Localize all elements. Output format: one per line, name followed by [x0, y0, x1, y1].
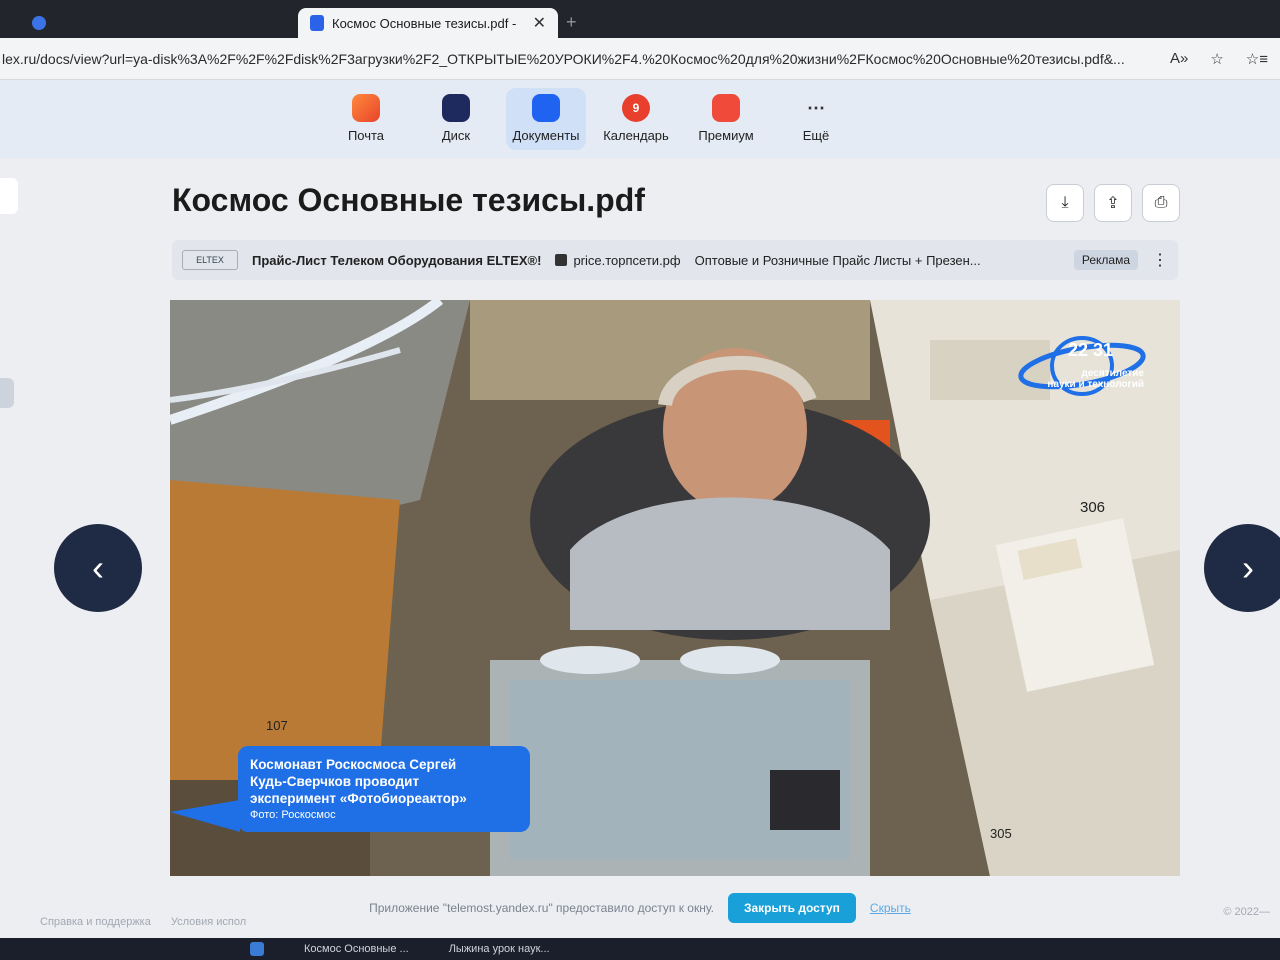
- copyright: © 2022—: [1223, 906, 1270, 918]
- logo-text: десятилетие науки и технологий: [1018, 368, 1144, 390]
- caption-line: эксперимент «Фотобиореактор»: [250, 791, 467, 806]
- service-label: Премиум: [698, 128, 754, 143]
- logo-text-line-1: десятилетие: [1081, 368, 1144, 379]
- documents-icon: [532, 94, 560, 122]
- service-calendar[interactable]: 9 Календарь: [596, 88, 676, 150]
- footer-links: Справка и поддержка Условия испол: [40, 916, 246, 928]
- share-icon: ⇪: [1106, 195, 1120, 212]
- print-button[interactable]: ⎙: [1142, 184, 1180, 222]
- print-icon: ⎙: [1154, 194, 1168, 211]
- ad-description: Оптовые и Розничные Прайс Листы + Презен…: [694, 252, 981, 268]
- sidebar-toggle[interactable]: [0, 178, 18, 214]
- yandex-services-nav: Почта Диск Документы 9 Календарь Премиум…: [0, 80, 1280, 158]
- taskbar-item[interactable]: Лыжина урок наук...: [449, 943, 550, 955]
- previous-page-button[interactable]: ‹: [54, 524, 142, 612]
- hide-share-bar-link[interactable]: Скрыть: [870, 901, 911, 915]
- share-message: Приложение "telemost.yandex.ru" предоста…: [369, 901, 714, 915]
- decade-of-science-logo: 22 31 десятилетие науки и технологий: [1016, 336, 1148, 396]
- terms-link[interactable]: Условия испол: [171, 916, 246, 928]
- ad-domain[interactable]: price.торпсети.рф: [555, 252, 681, 268]
- mail-icon: [352, 94, 380, 122]
- stop-sharing-button[interactable]: Закрыть доступ: [727, 893, 856, 923]
- calendar-icon: 9: [622, 94, 650, 122]
- ad-menu-icon[interactable]: ⋮: [1152, 250, 1168, 270]
- os-taskbar: Космос Основные ... Лыжина урок наук...: [0, 938, 1280, 960]
- panel-number-107: 107: [266, 718, 288, 733]
- service-disk[interactable]: Диск: [416, 88, 496, 150]
- new-tab-icon[interactable]: +: [566, 12, 577, 33]
- read-aloud-icon[interactable]: A»: [1170, 50, 1188, 68]
- browser-tab-strip: Космос Основные тезисы.pdf - ✕ +: [0, 0, 1280, 38]
- sidebar-handle[interactable]: [0, 378, 14, 408]
- document-actions: ⤓ ⇪ ⎙: [1046, 184, 1180, 222]
- address-bar: lex.ru/docs/view?url=ya-disk%3A%2F%2F%2F…: [0, 38, 1280, 80]
- more-icon: ⋯: [807, 97, 825, 118]
- ad-logo: ELTEX: [182, 250, 238, 270]
- domain-icon: [555, 254, 568, 266]
- disk-icon: [442, 94, 470, 122]
- close-tab-icon[interactable]: ✕: [533, 13, 546, 33]
- tab-label: Космос Основные тезисы.pdf -: [332, 15, 517, 31]
- help-link[interactable]: Справка и поддержка: [40, 916, 151, 928]
- share-button[interactable]: ⇪: [1094, 184, 1132, 222]
- download-icon: ⤓: [1061, 194, 1069, 211]
- ad-domain-text: price.торпсети.рф: [573, 252, 681, 268]
- chevron-left-icon: ‹: [92, 547, 104, 588]
- caption-tail: [170, 800, 240, 832]
- document-favicon-icon: [310, 15, 324, 31]
- favorites-list-icon[interactable]: ☆≡: [1246, 50, 1268, 68]
- panel-number-306: 306: [1080, 499, 1105, 516]
- taskbar-app-icon[interactable]: [250, 942, 264, 956]
- service-label: Документы: [512, 128, 580, 143]
- logo-years: 22 31: [1068, 340, 1114, 360]
- premium-icon: [712, 94, 740, 122]
- caption-line: Космонавт Роскосмоса Сергей: [250, 757, 457, 772]
- screen-share-bar: Приложение "telemost.yandex.ru" предоста…: [0, 878, 1280, 938]
- favorite-star-icon[interactable]: ☆: [1210, 50, 1223, 68]
- service-mail[interactable]: Почта: [326, 88, 406, 150]
- logo-text-line-2: науки и технологий: [1047, 379, 1144, 390]
- document-viewer: Космос Основные тезисы.pdf ⤓ ⇪ ⎙ ELTEX П…: [0, 158, 1280, 938]
- chevron-right-icon: ›: [1242, 547, 1254, 588]
- service-documents[interactable]: Документы: [506, 88, 586, 150]
- service-label: Календарь: [603, 128, 669, 143]
- url-field[interactable]: lex.ru/docs/view?url=ya-disk%3A%2F%2F%2F…: [0, 51, 1158, 67]
- photo-caption: Космонавт Роскосмоса Сергей Кудь-Сверчко…: [238, 746, 530, 832]
- calendar-badge: 9: [632, 101, 640, 115]
- ad-headline[interactable]: Прайс-Лист Телеком Оборудования ELTEX®!: [252, 253, 541, 268]
- service-label: Диск: [441, 128, 471, 143]
- caption-line: Кудь-Сверчков проводит: [250, 774, 420, 789]
- caption-credit: Фото: Роскосмос: [250, 809, 336, 821]
- taskbar-item[interactable]: Космос Основные ...: [304, 943, 409, 955]
- service-more[interactable]: ⋯ Ещё: [776, 88, 856, 150]
- download-button[interactable]: ⤓: [1046, 184, 1084, 222]
- browser-tab-active[interactable]: Космос Основные тезисы.pdf - ✕: [298, 8, 558, 38]
- next-page-button[interactable]: ›: [1204, 524, 1280, 612]
- service-label: Почта: [347, 128, 385, 143]
- service-label: Ещё: [802, 128, 830, 143]
- service-premium[interactable]: Премиум: [686, 88, 766, 150]
- slide-image: 306 107 305 22 31 десятилетие науки и те…: [170, 300, 1180, 876]
- document-title: Космос Основные тезисы.pdf: [172, 182, 645, 218]
- browser-tab-inactive[interactable]: [20, 8, 290, 38]
- panel-number-305: 305: [990, 826, 1012, 841]
- ad-badge: Реклама: [1073, 250, 1138, 270]
- ad-banner[interactable]: ELTEX Прайс-Лист Телеком Оборудования EL…: [172, 240, 1178, 280]
- tab-favicon-icon: [32, 16, 46, 30]
